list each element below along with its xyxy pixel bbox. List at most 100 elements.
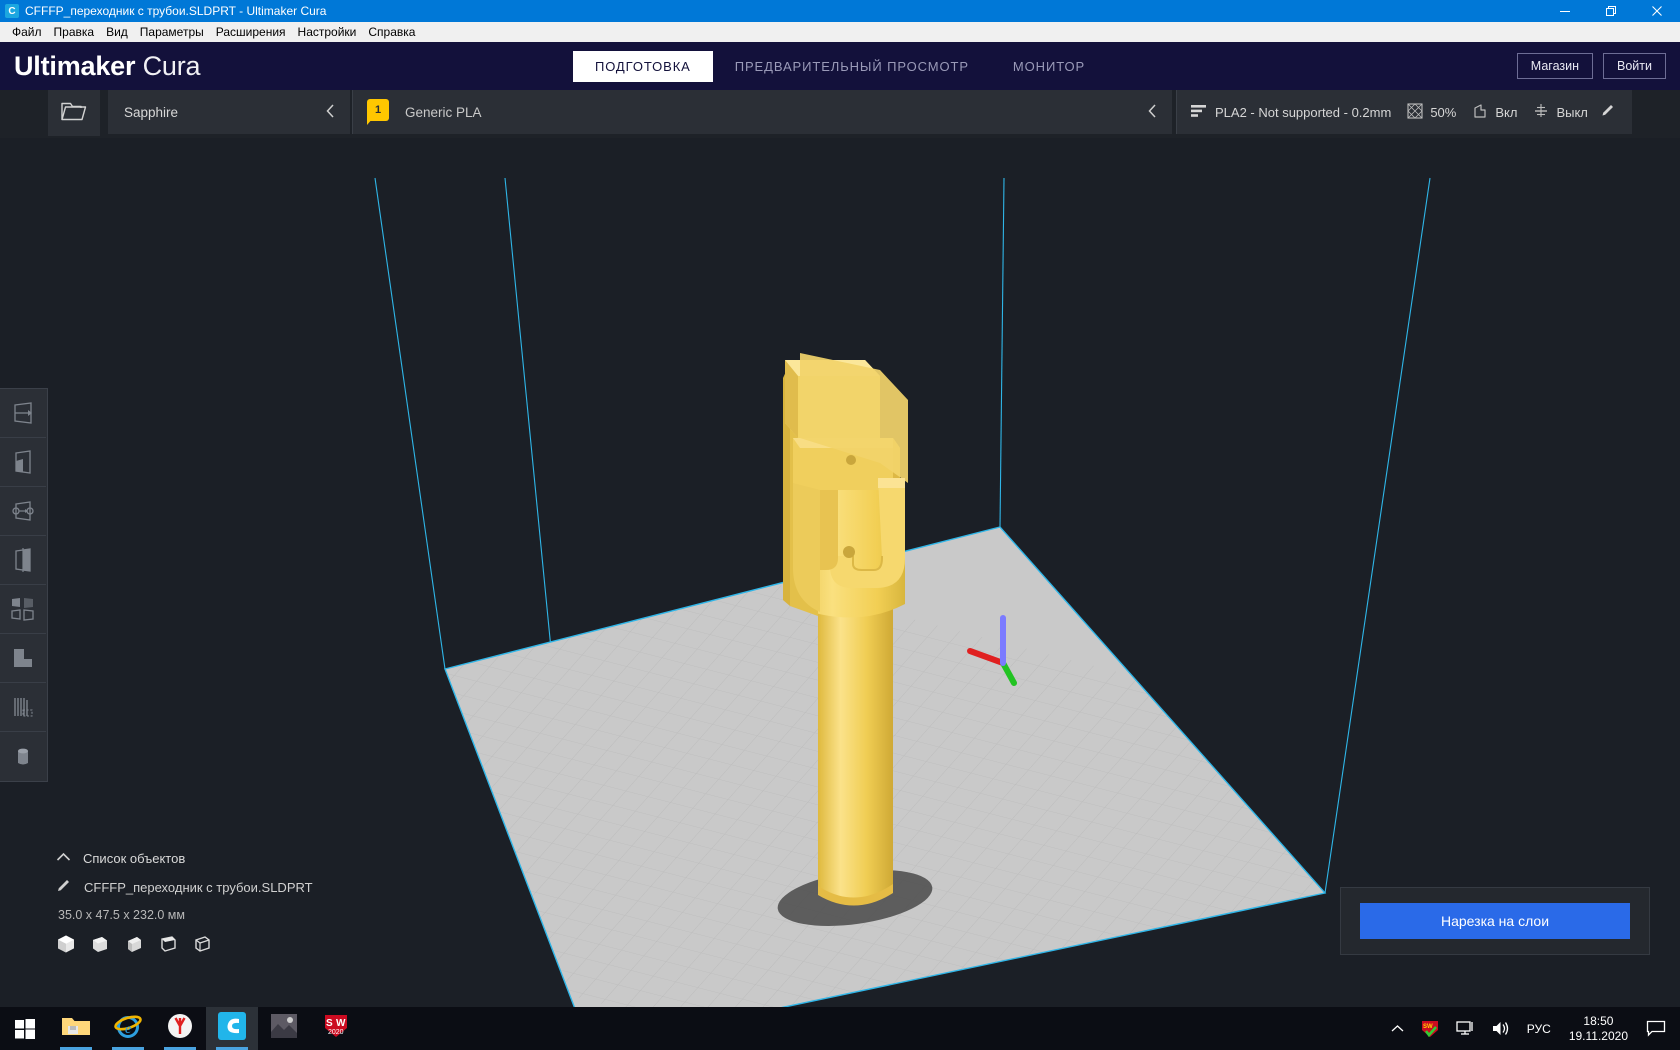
move-icon bbox=[10, 400, 36, 426]
tab-monitor[interactable]: МОНИТОР bbox=[991, 51, 1107, 82]
cura-application: Ultimaker Cura ПОДГОТОВКА ПРЕДВАРИТЕЛЬНЫ… bbox=[0, 42, 1680, 1007]
chevron-up-icon bbox=[56, 849, 71, 867]
adhesion-group: Выкл bbox=[1533, 103, 1588, 122]
outline-view-icon[interactable] bbox=[192, 934, 212, 959]
layer-view-icon[interactable] bbox=[124, 934, 144, 959]
object-list-header[interactable]: Список объектов bbox=[56, 849, 396, 867]
move-tool[interactable] bbox=[0, 389, 46, 438]
printer-name: Sapphire bbox=[124, 104, 179, 120]
folder-icon bbox=[61, 1014, 91, 1043]
object-name: CFFFP_переходник с трубои.SLDPRT bbox=[84, 880, 313, 895]
adhesion-icon bbox=[1533, 103, 1549, 122]
marketplace-button[interactable]: Магазин bbox=[1516, 53, 1594, 79]
language-indicator[interactable]: РУС bbox=[1519, 1022, 1559, 1036]
open-file-button[interactable] bbox=[48, 90, 100, 136]
object-list-item[interactable]: CFFFP_переходник с трубои.SLDPRT bbox=[56, 877, 396, 898]
slice-panel: Нарезка на слои bbox=[1340, 887, 1650, 955]
tray-solidworks-icon[interactable]: SW bbox=[1412, 1020, 1448, 1038]
menu-edit[interactable]: Правка bbox=[48, 23, 101, 41]
support-value: Вкл bbox=[1495, 104, 1518, 120]
cura-icon bbox=[218, 1012, 246, 1045]
object-dimensions: 35.0 x 47.5 x 232.0 мм bbox=[58, 908, 185, 922]
taskbar-ultimaker-cura[interactable] bbox=[206, 1007, 258, 1050]
configuration-bar: Sapphire 1 Generic PLA PLA2 - Not suppor… bbox=[0, 90, 1680, 138]
taskbar-media-app[interactable] bbox=[258, 1007, 310, 1050]
print-profile-group: PLA2 - Not supported - 0.2mm bbox=[1191, 104, 1391, 121]
model-hole-lower bbox=[843, 546, 855, 558]
rotate-tool[interactable] bbox=[0, 487, 46, 536]
clock-date: 19.11.2020 bbox=[1568, 1028, 1628, 1043]
tree-support-tool[interactable] bbox=[0, 683, 46, 732]
tab-preview[interactable]: ПРЕДВАРИТЕЛЬНЫЙ ПРОСМОТР bbox=[713, 51, 991, 82]
clock-time: 18:50 bbox=[1583, 1013, 1614, 1028]
taskbar-solidworks-2020[interactable]: S W 2020 bbox=[310, 1007, 362, 1050]
taskbar-yandex-browser[interactable] bbox=[154, 1007, 206, 1050]
profile-lines-icon bbox=[1191, 104, 1208, 121]
header-actions: Магазин Войти bbox=[1516, 42, 1666, 90]
network-icon[interactable] bbox=[1448, 1020, 1483, 1037]
window-title: CFFFP_переходник с трубои.SLDPRT - Ultim… bbox=[25, 4, 327, 18]
pencil-icon bbox=[1600, 104, 1616, 122]
rotate-icon bbox=[10, 498, 36, 524]
infill-value: 50% bbox=[1430, 104, 1457, 120]
extruder-badge-icon: 1 bbox=[367, 99, 389, 125]
svg-text:e: e bbox=[125, 1022, 131, 1037]
material-name: Generic PLA bbox=[405, 104, 482, 120]
edit-settings-button[interactable] bbox=[1600, 102, 1616, 123]
svg-text:SW: SW bbox=[1423, 1024, 1433, 1030]
object-list-panel: Список объектов CFFFP_переходник с трубо… bbox=[56, 849, 396, 959]
restore-icon[interactable] bbox=[1588, 0, 1634, 22]
per-model-settings-tool[interactable] bbox=[0, 585, 46, 634]
tray-expand-button[interactable] bbox=[1383, 1022, 1412, 1036]
ie-icon: e bbox=[114, 1012, 142, 1045]
slice-button[interactable]: Нарезка на слои bbox=[1360, 903, 1630, 939]
view-mode-icons bbox=[56, 934, 396, 959]
support-blocker-icon bbox=[10, 645, 36, 671]
cube-view-icon[interactable] bbox=[158, 934, 178, 959]
clock[interactable]: 18:50 19.11.2020 bbox=[1559, 1014, 1638, 1044]
printer-selector[interactable]: Sapphire bbox=[108, 90, 350, 134]
adhesion-value: Выкл bbox=[1556, 104, 1588, 120]
material-selector[interactable]: 1 Generic PLA bbox=[352, 90, 1172, 134]
windows-start-icon[interactable] bbox=[0, 1007, 50, 1050]
cylinder-tool[interactable] bbox=[0, 732, 46, 781]
support-group: Вкл bbox=[1472, 103, 1517, 122]
print-settings-selector[interactable]: PLA2 - Not supported - 0.2mm 50% Вкл Вык… bbox=[1176, 90, 1632, 134]
mirror-tool[interactable] bbox=[0, 536, 46, 585]
support-blocker-tool[interactable] bbox=[0, 634, 46, 683]
menu-help[interactable]: Справка bbox=[362, 23, 421, 41]
solid-view-icon[interactable] bbox=[56, 934, 76, 959]
window-controls bbox=[1542, 0, 1680, 22]
volume-icon[interactable] bbox=[1483, 1020, 1519, 1037]
menu-extensions[interactable]: Расширения bbox=[210, 23, 292, 41]
menu-preferences[interactable]: Настройки bbox=[292, 23, 363, 41]
system-tray: SW РУС 18:50 19.11.2020 bbox=[1383, 1014, 1680, 1044]
windows-taskbar: e S W 2020 SW РУС 18:50 19.11.2020 bbox=[0, 1007, 1680, 1050]
svg-text:W: W bbox=[336, 1018, 346, 1029]
app-icon: C bbox=[5, 4, 19, 18]
tab-prepare[interactable]: ПОДГОТОВКА bbox=[572, 50, 713, 82]
taskbar-file-explorer[interactable] bbox=[50, 1007, 102, 1050]
support-icon bbox=[1472, 103, 1488, 122]
tree-support-icon bbox=[10, 694, 36, 720]
close-icon[interactable] bbox=[1634, 0, 1680, 22]
xray-view-icon[interactable] bbox=[90, 934, 110, 959]
solidworks-icon: S W 2020 bbox=[322, 1013, 350, 1044]
chevron-up-icon bbox=[1391, 1022, 1404, 1036]
minimize-icon[interactable] bbox=[1542, 0, 1588, 22]
window-title-bar: C CFFFP_переходник с трубои.SLDPRT - Ult… bbox=[0, 0, 1680, 22]
cylinder-icon bbox=[10, 744, 36, 770]
open-folder-icon bbox=[61, 101, 87, 126]
signin-button[interactable]: Войти bbox=[1603, 53, 1666, 79]
taskbar-internet-explorer[interactable]: e bbox=[102, 1007, 154, 1050]
scale-tool[interactable] bbox=[0, 438, 46, 487]
menu-view[interactable]: Вид bbox=[100, 23, 134, 41]
infill-group: 50% bbox=[1407, 102, 1457, 122]
object-list-title: Список объектов bbox=[83, 850, 186, 866]
menu-file[interactable]: Файл bbox=[6, 23, 48, 41]
pencil-icon bbox=[56, 877, 72, 898]
notification-icon[interactable] bbox=[1638, 1020, 1674, 1037]
main-tabs: ПОДГОТОВКА ПРЕДВАРИТЕЛЬНЫЙ ПРОСМОТР МОНИ… bbox=[0, 42, 1680, 90]
photo-icon bbox=[271, 1013, 297, 1044]
menu-settings-params[interactable]: Параметры bbox=[134, 23, 210, 41]
